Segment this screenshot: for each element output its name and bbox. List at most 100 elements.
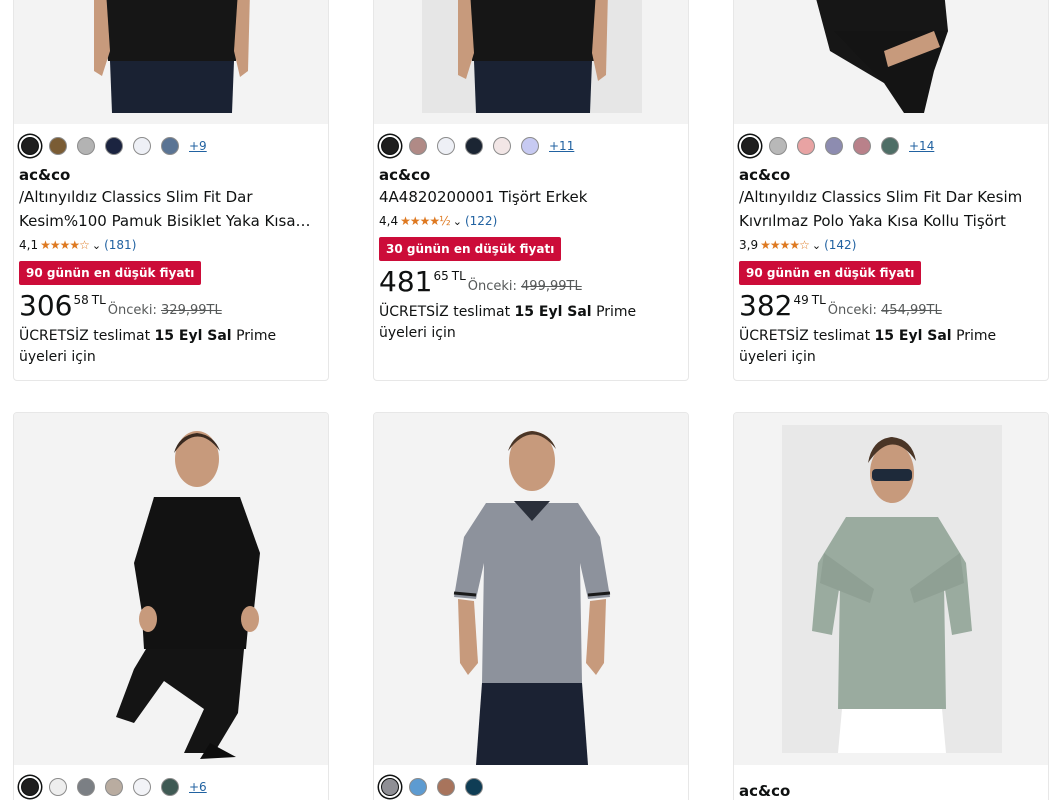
review-count-link[interactable]: (181) (104, 238, 136, 252)
review-count-link[interactable]: (142) (824, 238, 856, 252)
color-swatches (379, 773, 683, 800)
more-colors-link[interactable]: +9 (189, 139, 207, 153)
color-swatch[interactable] (465, 137, 483, 155)
rating-value: 4,1 (19, 238, 39, 252)
price-fraction: 65 (433, 269, 449, 283)
product-title[interactable]: /Altınyıldız Classics Slim Fit Dar Kesim… (19, 185, 323, 233)
more-colors-link[interactable]: +6 (189, 780, 207, 794)
previous-price-value: 454,99TL (881, 303, 942, 318)
previous-price-value: 329,99TL (161, 303, 222, 318)
product-photo (14, 0, 328, 124)
previous-price: Önceki: 499,99TL (468, 279, 582, 294)
previous-price-value: 499,99TL (521, 279, 582, 294)
star-rating-icon[interactable]: ★★★★☆ (760, 238, 810, 252)
color-swatch[interactable] (825, 137, 843, 155)
star-rating-icon[interactable]: ★★★★☆ (40, 238, 90, 252)
product-photo (374, 413, 688, 765)
delivery-date: 15 Eyl Sal (154, 328, 232, 344)
price[interactable]: 481 65 TL Önceki: 499,99TL (379, 266, 683, 300)
color-swatch[interactable] (105, 137, 123, 155)
product-image[interactable] (14, 413, 328, 765)
color-swatches: +14 (739, 132, 1043, 160)
product-image[interactable] (374, 0, 688, 124)
color-swatch[interactable] (465, 778, 483, 796)
color-swatch[interactable] (881, 137, 899, 155)
color-swatch[interactable] (797, 137, 815, 155)
deal-badge: 90 günün en düşük fiyatı (19, 261, 202, 285)
price[interactable]: 306 58 TL Önceki: 329,99TL (19, 290, 323, 324)
delivery-date: 15 Eyl Sal (874, 328, 952, 344)
rating-value: 3,9 (739, 238, 759, 252)
previous-price: Önceki: 329,99TL (108, 303, 222, 318)
more-colors-link[interactable]: +14 (909, 139, 934, 153)
rating-row: 3,9 ★★★★☆ ⌄ (142) (739, 235, 1043, 255)
product-photo (734, 413, 1048, 765)
color-swatch[interactable] (409, 137, 427, 155)
color-swatch[interactable] (77, 778, 95, 796)
color-swatch[interactable] (381, 137, 399, 155)
color-swatch[interactable] (381, 778, 399, 796)
color-swatch[interactable] (437, 778, 455, 796)
brand-name: ac&co (739, 782, 791, 800)
price-fraction: 58 (73, 293, 89, 307)
delivery-prefix: ÜCRETSİZ teslimat (739, 328, 871, 344)
chevron-down-icon[interactable]: ⌄ (92, 239, 101, 252)
product-card[interactable]: +14 ac&co /Altınyıldız Classics Slim Fit… (733, 0, 1049, 381)
previous-price-label: Önceki: (827, 303, 877, 318)
more-colors-link[interactable]: +11 (549, 139, 574, 153)
delivery-info: ÜCRETSİZ teslimat 15 Eyl Sal Prime üyele… (739, 326, 1043, 380)
product-card[interactable]: ac&co (733, 412, 1049, 800)
brand-name: ac&co (19, 166, 71, 184)
color-swatches: +9 (19, 132, 323, 160)
color-swatch[interactable] (105, 778, 123, 796)
delivery-info: ÜCRETSİZ teslimat 15 Eyl Sal Prime üyele… (19, 326, 323, 380)
color-swatch[interactable] (853, 137, 871, 155)
delivery-prefix: ÜCRETSİZ teslimat (379, 304, 511, 320)
price-fraction: 49 (793, 293, 809, 307)
color-swatch[interactable] (521, 137, 539, 155)
product-image[interactable] (734, 0, 1048, 124)
color-swatch[interactable] (769, 137, 787, 155)
brand-name: ac&co (379, 166, 431, 184)
star-rating-icon[interactable]: ★★★★½ (400, 214, 451, 228)
product-photo (734, 0, 1048, 124)
color-swatch[interactable] (77, 137, 95, 155)
product-title[interactable]: 4A4820200001 Tişört Erkek (379, 185, 683, 209)
previous-price: Önceki: 454,99TL (828, 303, 942, 318)
price-currency: TL (811, 293, 826, 307)
color-swatches: +6 (19, 773, 323, 800)
product-photo (14, 413, 328, 765)
color-swatch[interactable] (741, 137, 759, 155)
deal-badge: 90 günün en düşük fiyatı (739, 261, 922, 285)
color-swatch[interactable] (409, 778, 427, 796)
product-title[interactable]: /Altınyıldız Classics Slim Fit Dar Kesim… (739, 185, 1043, 233)
delivery-date: 15 Eyl Sal (514, 304, 592, 320)
rating-value: 4,4 (379, 214, 399, 228)
chevron-down-icon[interactable]: ⌄ (812, 239, 821, 252)
product-card[interactable]: +11 ac&co 4A4820200001 Tişört Erkek 4,4 … (373, 0, 689, 381)
rating-row: 4,1 ★★★★☆ ⌄ (181) (19, 235, 323, 255)
review-count-link[interactable]: (122) (465, 214, 497, 228)
color-swatch[interactable] (49, 137, 67, 155)
color-swatch[interactable] (133, 137, 151, 155)
chevron-down-icon[interactable]: ⌄ (453, 215, 462, 228)
previous-price-label: Önceki: (467, 279, 517, 294)
color-swatch[interactable] (161, 137, 179, 155)
color-swatch[interactable] (161, 778, 179, 796)
color-swatch[interactable] (49, 778, 67, 796)
product-image[interactable] (14, 0, 328, 124)
product-card[interactable]: +9 ac&co /Altınyıldız Classics Slim Fit … (13, 0, 329, 381)
color-swatch[interactable] (133, 778, 151, 796)
color-swatch[interactable] (493, 137, 511, 155)
product-image[interactable] (374, 413, 688, 765)
product-card[interactable]: +6 (13, 412, 329, 800)
color-swatch[interactable] (437, 137, 455, 155)
price-currency: TL (91, 293, 106, 307)
product-image[interactable] (734, 413, 1048, 765)
price[interactable]: 382 49 TL Önceki: 454,99TL (739, 290, 1043, 324)
color-swatches: +11 (379, 132, 683, 160)
brand-name: ac&co (739, 166, 791, 184)
product-card[interactable] (373, 412, 689, 800)
color-swatch[interactable] (21, 778, 39, 796)
color-swatch[interactable] (21, 137, 39, 155)
